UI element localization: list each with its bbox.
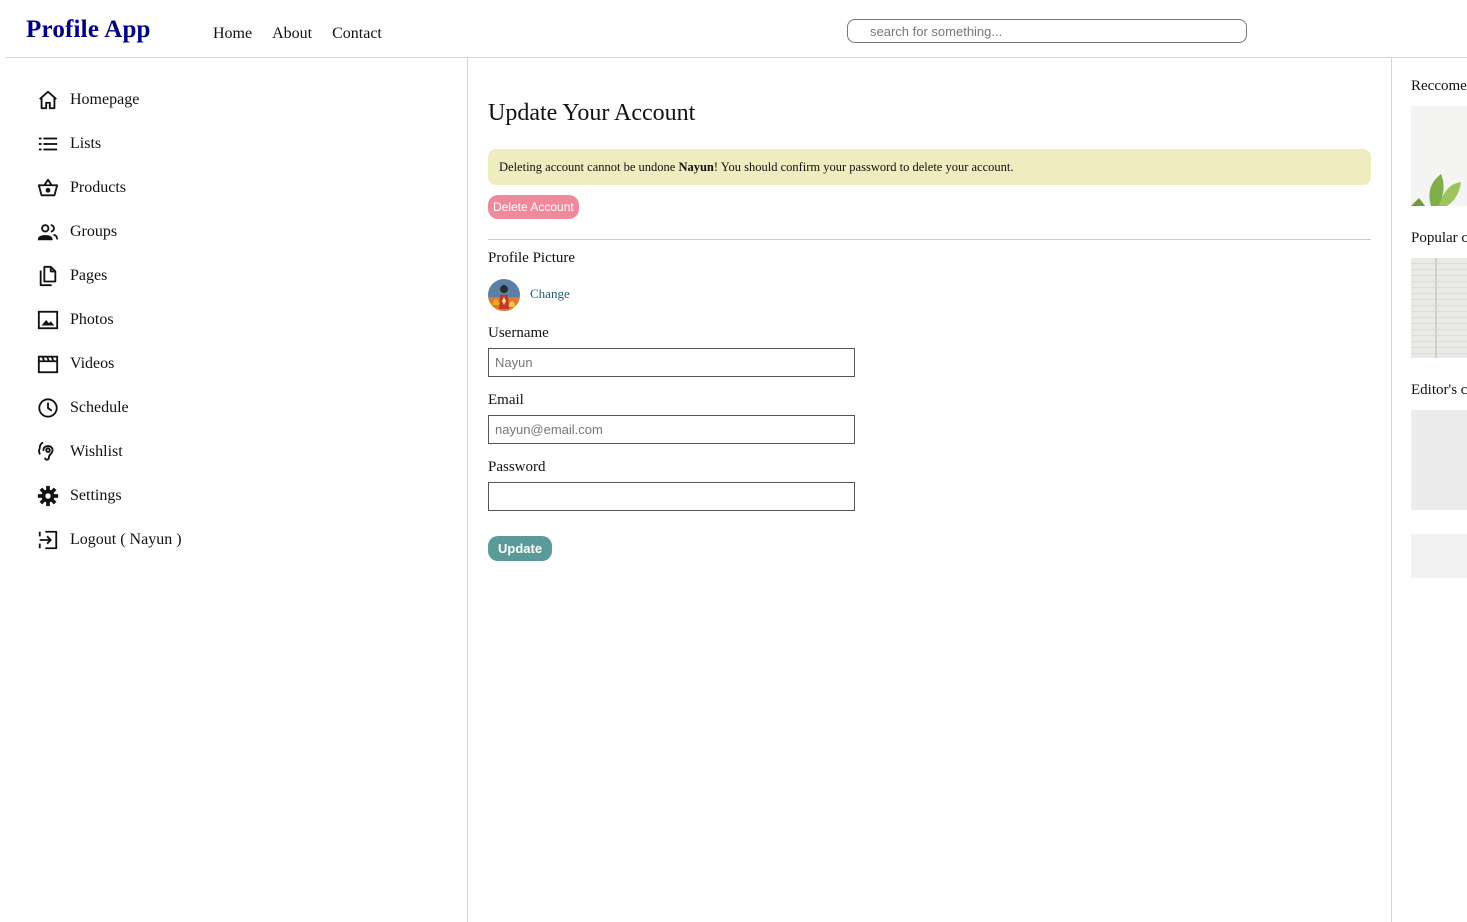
sidebar-item-label: Photos [70,311,114,328]
sidebar-divider [467,58,468,922]
extra-image-placeholder [1411,534,1467,578]
sidebar-item-settings[interactable]: Settings [37,482,122,510]
sidebar-item-wishlist[interactable]: Wishlist [37,438,123,466]
change-picture-link[interactable]: Change [530,286,570,302]
update-button[interactable]: Update [488,536,553,561]
sidebar-item-groups[interactable]: Groups [37,218,117,246]
username-label: Username [488,325,549,341]
sidebar-item-photos[interactable]: Photos [37,306,114,334]
password-label: Password [488,459,546,475]
sidebar-item-label: Logout ( Nayun ) [70,531,182,548]
alert-username: Nayun [678,159,714,174]
delete-account-button[interactable]: Delete Account [488,195,579,219]
sidebar-item-homepage[interactable]: Homepage [37,86,139,114]
delete-warning-alert: Deleting account cannot be undone Nayun!… [488,149,1371,185]
sidebar: Homepage Lists Products Groups Pages Pho… [0,58,467,922]
sidebar-item-label: Lists [70,135,102,152]
sidebar-item-label: Wishlist [70,443,123,460]
sidebar-item-label: Schedule [70,399,129,416]
group-icon [37,221,59,243]
popular-image[interactable] [1411,258,1467,358]
sidebar-item-label: Homepage [70,91,140,108]
avatar [488,279,520,311]
wishlist-icon [37,441,59,463]
sidebar-item-label: Videos [70,355,115,372]
alert-text-suffix: ! You should confirm your password to de… [713,159,1014,174]
recommended-image[interactable] [1411,106,1467,206]
list-icon [37,133,59,155]
brand-logo[interactable]: Profile App [26,16,151,44]
top-nav: Home About Contact [213,25,382,43]
password-input[interactable] [488,482,855,511]
sidebar-item-label: Settings [70,487,122,504]
alert-text-prefix: Deleting account cannot be undone [499,159,679,174]
sidebar-item-label: Products [70,179,126,196]
nav-home-link[interactable]: Home [213,25,252,43]
pages-icon [37,265,59,287]
sidebar-item-label: Pages [70,267,108,284]
logout-icon [37,529,59,551]
search-input[interactable] [847,19,1247,43]
sidebar-item-logout[interactable]: Logout ( Nayun ) [37,526,182,554]
nav-about-link[interactable]: About [272,25,312,43]
sidebar-item-products[interactable]: Products [37,174,126,202]
recommended-heading: Reccome [1411,78,1467,94]
video-icon [37,353,59,375]
gear-icon [37,485,59,507]
home-icon [37,89,59,111]
email-label: Email [488,392,524,408]
page-title: Update Your Account [488,100,696,126]
username-input[interactable] [488,348,855,377]
sidebar-item-pages[interactable]: Pages [37,262,107,290]
nav-contact-link[interactable]: Contact [332,25,382,43]
editors-heading: Editor's c [1411,382,1467,398]
photo-icon [37,309,59,331]
section-divider [488,239,1371,240]
editors-image-placeholder[interactable] [1411,410,1467,510]
profile-picture-label: Profile Picture [488,250,576,266]
top-header: Profile App Home About Contact [0,0,1467,57]
email-input[interactable] [488,415,855,444]
sidebar-item-lists[interactable]: Lists [37,130,101,158]
right-column: Reccome Popular c Editor's c [1392,58,1467,922]
sidebar-item-videos[interactable]: Videos [37,350,114,378]
popular-heading: Popular c [1411,230,1467,246]
basket-icon [37,177,59,199]
sidebar-item-schedule[interactable]: Schedule [37,394,129,422]
sidebar-item-label: Groups [70,223,118,240]
clock-icon [37,397,59,419]
